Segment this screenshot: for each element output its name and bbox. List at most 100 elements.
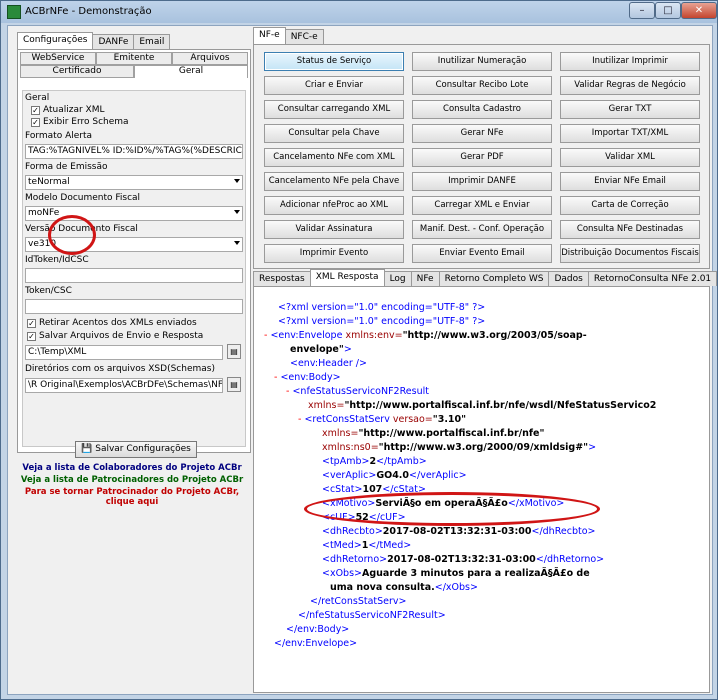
action-button[interactable]: Cancelamento NFe pela Chave: [264, 172, 404, 191]
annotation-circle: [48, 215, 96, 255]
action-button[interactable]: Consultar carregando XML: [264, 100, 404, 119]
exibir-erro-label: Exibir Erro Schema: [43, 117, 129, 127]
tab-retorno-consulta[interactable]: RetornoConsulta NFe 2.01: [587, 271, 718, 286]
exibir-erro-checkbox[interactable]: ✓: [31, 118, 40, 127]
idtoken-input[interactable]: [25, 268, 243, 283]
xml-element: <dhRecbto>2017-08-02T13:32:31-03:00</dhR…: [322, 525, 595, 538]
action-button[interactable]: Consultar pela Chave: [264, 124, 404, 143]
tab-respostas[interactable]: Respostas: [253, 271, 311, 286]
save-icon: 💾: [81, 444, 96, 454]
xml-line: - <env:Body>: [274, 371, 341, 384]
xml-attr-value: "http://www.w3.org/2003/05/soap-: [402, 330, 587, 341]
tab-nfe-doc[interactable]: NFe: [410, 271, 440, 286]
action-button[interactable]: Manif. Dest. - Conf. Operação: [412, 220, 552, 239]
subtab-geral[interactable]: Geral: [134, 65, 248, 78]
action-button[interactable]: Validar Regras de Negócio: [560, 76, 700, 95]
action-button[interactable]: Carta de Correção: [560, 196, 700, 215]
tab-nfe[interactable]: NF-e: [253, 27, 286, 44]
xml-element: <tMed>1</tMed>: [322, 539, 411, 552]
tab-dados[interactable]: Dados: [548, 271, 589, 286]
retirar-acentos-checkbox[interactable]: ✓: [27, 319, 36, 328]
tab-danfe[interactable]: DANFe: [92, 34, 135, 49]
action-button[interactable]: Cancelamento NFe com XML: [264, 148, 404, 167]
action-button[interactable]: Validar Assinatura: [264, 220, 404, 239]
formato-alerta-input[interactable]: TAG:%TAGNIVEL% ID:%ID%/%TAG%(%DESCRICA: [25, 144, 243, 159]
chevron-down-icon: [234, 241, 240, 245]
xml-tag: </verAplic>: [409, 470, 467, 481]
save-config-button[interactable]: 💾 Salvar Configurações: [75, 441, 197, 458]
save-config-label: Salvar Configurações: [95, 444, 191, 454]
xml-line: - <env:Envelope xmlns:env="http://www.w3…: [264, 329, 587, 342]
xml-viewer[interactable]: <?xml version="1.0" encoding="UTF-8" ?> …: [253, 286, 710, 693]
idtoken-label: IdToken/IdCSC: [25, 255, 89, 265]
minimize-button[interactable]: –: [629, 2, 655, 19]
close-button[interactable]: ✕: [681, 2, 717, 19]
window-title: ACBrNFe - Demonstração: [25, 6, 152, 17]
xml-text: 2017-08-02T13:32:31-03:00: [387, 554, 536, 565]
xml-tag: <env:Envelope: [270, 330, 343, 341]
tab-email[interactable]: Email: [133, 34, 171, 49]
xml-attr-value: "3.10": [432, 414, 467, 425]
forma-emissao-select[interactable]: teNormal: [25, 175, 243, 190]
action-button[interactable]: Consulta Cadastro: [412, 100, 552, 119]
tab-retorno-completo[interactable]: Retorno Completo WS: [438, 271, 550, 286]
xml-element: <dhRetorno>2017-08-02T13:32:31-03:00</dh…: [322, 553, 604, 566]
action-button[interactable]: Inutilizar Imprimir: [560, 52, 700, 71]
action-button[interactable]: Distribuição Documentos Fiscais: [560, 244, 700, 263]
token-label: Token/CSC: [25, 286, 72, 296]
subtab-webservice[interactable]: WebService: [20, 52, 96, 65]
action-button[interactable]: Imprimir DANFE: [412, 172, 552, 191]
action-button[interactable]: Criar e Enviar: [264, 76, 404, 95]
xml-line: - <nfeStatusServicoNF2Result: [286, 385, 429, 398]
retirar-acentos-label: Retirar Acentos dos XMLs enviados: [39, 318, 197, 328]
salvar-arquivos-checkbox[interactable]: ✓: [27, 332, 36, 341]
action-button[interactable]: Gerar TXT: [560, 100, 700, 119]
subtab-arquivos[interactable]: Arquivos: [172, 52, 248, 65]
tab-xml-resposta[interactable]: XML Resposta: [309, 269, 385, 286]
action-button[interactable]: Imprimir Evento: [264, 244, 404, 263]
maximize-button[interactable]: □: [655, 2, 681, 19]
colaboradores-link[interactable]: Veja a lista de Colaboradores do Projeto…: [8, 463, 256, 473]
action-button[interactable]: Consultar Recibo Lote: [412, 76, 552, 95]
collapse-icon[interactable]: -: [264, 330, 267, 341]
xml-pi: <?xml version="1.0" encoding="UTF-8" ?>: [278, 316, 486, 327]
subtab-emitente[interactable]: Emitente: [96, 52, 172, 65]
xml-tag: </dhRecbto>: [531, 526, 596, 537]
collapse-icon[interactable]: -: [286, 386, 289, 397]
atualizar-xml-checkbox[interactable]: ✓: [31, 106, 40, 115]
actions-panel: Status de Serviço Inutilizar Numeração I…: [253, 44, 710, 269]
tab-log[interactable]: Log: [383, 271, 412, 286]
xml-tag: </dhRetorno>: [535, 554, 605, 565]
salvar-arquivos-label: Salvar Arquivos de Envio e Resposta: [39, 331, 204, 341]
xml-tag: <dhRetorno>: [322, 554, 388, 565]
action-button[interactable]: Gerar PDF: [412, 148, 552, 167]
action-button[interactable]: Enviar NFe Email: [560, 172, 700, 191]
action-button[interactable]: Gerar NFe: [412, 124, 552, 143]
title-bar[interactable]: ACBrNFe - Demonstração – □ ✕: [1, 1, 717, 23]
xml-text: 2017-08-02T13:32:31-03:00: [382, 526, 532, 537]
action-button[interactable]: Inutilizar Numeração: [412, 52, 552, 71]
collapse-icon[interactable]: -: [298, 414, 301, 425]
tab-configuracoes[interactable]: Configurações: [17, 32, 94, 49]
folder-icon[interactable]: ▤: [227, 344, 241, 359]
subtab-certificado[interactable]: Certificado: [20, 65, 134, 78]
token-input[interactable]: [25, 299, 243, 314]
action-button[interactable]: Enviar Evento Email: [412, 244, 552, 263]
folder-icon[interactable]: ▤: [227, 377, 241, 392]
action-button[interactable]: Status de Serviço: [264, 52, 404, 71]
action-button[interactable]: Adicionar nfeProc ao XML: [264, 196, 404, 215]
schemas-input[interactable]: \R Original\Exemplos\ACBrDFe\Schemas\NFe: [25, 378, 223, 393]
tab-nfce[interactable]: NFC-e: [284, 29, 324, 44]
xml-tag: <retConsStatServ: [304, 414, 390, 425]
forma-emissao-value: teNormal: [28, 177, 70, 187]
action-button[interactable]: Importar TXT/XML: [560, 124, 700, 143]
action-button[interactable]: Carregar XML e Enviar: [412, 196, 552, 215]
action-button[interactable]: Validar XML: [560, 148, 700, 167]
action-button[interactable]: Consulta NFe Destinadas: [560, 220, 700, 239]
clique-aqui-link[interactable]: clique aqui: [8, 497, 256, 507]
pasta-input[interactable]: C:\Temp\XML: [25, 345, 223, 360]
main-window: ACBrNFe - Demonstração – □ ✕ Configuraçõ…: [0, 0, 718, 700]
collapse-icon[interactable]: -: [274, 372, 277, 383]
atualizar-xml-label: Atualizar XML: [43, 105, 105, 115]
patrocinadores-link[interactable]: Veja a lista de Patrocinadores do Projet…: [8, 475, 256, 485]
